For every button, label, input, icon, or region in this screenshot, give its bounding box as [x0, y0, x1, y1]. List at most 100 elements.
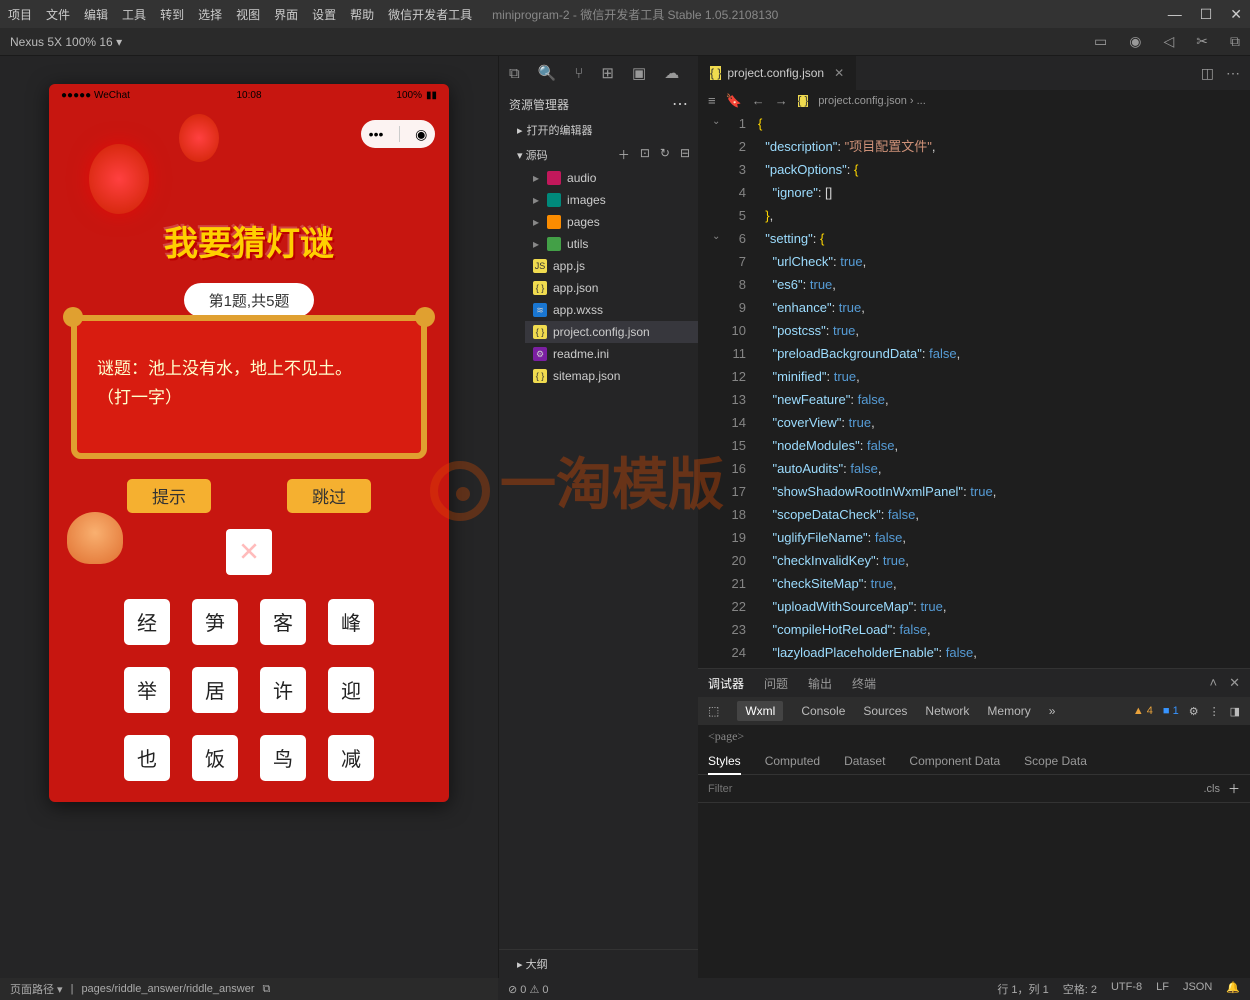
styles-tab[interactable]: Component Data — [909, 754, 1000, 768]
more-icon[interactable]: ⋯ — [672, 94, 688, 114]
styles-tab[interactable]: Computed — [765, 754, 820, 768]
folder-item[interactable]: audio — [525, 167, 698, 189]
fwd-icon[interactable]: → — [775, 93, 788, 109]
styles-tab[interactable]: Dataset — [844, 754, 885, 768]
breadcrumb-path[interactable]: project.config.json › ... — [818, 95, 926, 107]
bookmark-icon[interactable]: 🔖 — [726, 93, 742, 109]
outline-section[interactable]: ▸ 大纲 — [499, 949, 698, 978]
menu-item[interactable]: 项目 — [8, 6, 32, 23]
dock-icon[interactable]: ◨ — [1230, 705, 1240, 718]
choice-button[interactable]: 居 — [192, 667, 238, 713]
search-icon[interactable]: 🔍 — [538, 64, 557, 82]
page-path[interactable]: pages/riddle_answer/riddle_answer — [81, 983, 254, 995]
gear-icon[interactable]: ⚙ — [1189, 705, 1199, 718]
debugger-tab[interactable]: 输出 — [808, 675, 832, 692]
code-editor[interactable]: ⌄⌄ 1234567891011121314151617181920212223… — [698, 112, 1250, 668]
page-path-label[interactable]: 页面路径 ▾ — [10, 981, 63, 997]
record-icon[interactable]: ◉ — [1129, 33, 1141, 50]
branch-icon[interactable]: ⑂ — [574, 65, 583, 82]
maximize-icon[interactable]: ☐ — [1200, 6, 1213, 23]
choice-button[interactable]: 减 — [328, 735, 374, 781]
back-icon[interactable]: ← — [752, 93, 765, 109]
problems-count[interactable]: ⊘ 0 ⚠ 0 — [508, 983, 548, 996]
new-file-icon[interactable]: ＋ — [618, 146, 630, 163]
close-icon[interactable]: ✕ — [1230, 6, 1242, 23]
menu-item[interactable]: 微信开发者工具 — [388, 6, 472, 23]
close-tab-icon[interactable]: ✕ — [834, 66, 844, 80]
more-tabs-icon[interactable]: » — [1049, 704, 1056, 718]
debug-icon[interactable]: ▣ — [632, 64, 646, 82]
file-item[interactable]: ≋app.wxss — [525, 299, 698, 321]
tab-memory[interactable]: Memory — [987, 704, 1030, 718]
choice-button[interactable]: 经 — [124, 599, 170, 645]
lang-label[interactable]: JSON — [1183, 981, 1212, 997]
debugger-tab[interactable]: 调试器 — [708, 675, 744, 692]
device-icon[interactable]: ▭ — [1094, 33, 1107, 50]
menu-dots-icon[interactable]: ••• — [369, 126, 384, 142]
file-item[interactable]: { }sitemap.json — [525, 365, 698, 387]
menu-item[interactable]: 转到 — [160, 6, 184, 23]
mute-icon[interactable]: ◁ — [1163, 33, 1174, 50]
info-badge[interactable]: ■ 1 — [1163, 705, 1179, 717]
refresh-icon[interactable]: ↻ — [660, 146, 670, 163]
copy-icon[interactable]: ⧉ — [262, 983, 270, 996]
warning-badge[interactable]: ▲ 4 — [1133, 705, 1153, 717]
skip-button[interactable]: 跳过 — [287, 479, 371, 513]
choice-button[interactable]: 也 — [124, 735, 170, 781]
menu-item[interactable]: 设置 — [312, 6, 336, 23]
cursor-position[interactable]: 行 1，列 1 — [997, 981, 1048, 997]
styles-tab[interactable]: Styles — [708, 754, 741, 775]
menu-item[interactable]: 界面 — [274, 6, 298, 23]
choice-button[interactable]: 峰 — [328, 599, 374, 645]
editor-tab[interactable]: { } project.config.json ✕ — [698, 56, 856, 90]
files-icon[interactable]: ⧉ — [509, 65, 520, 82]
filter-input[interactable] — [708, 783, 1203, 795]
tab-wxml[interactable]: Wxml — [737, 701, 783, 721]
choice-button[interactable]: 鸟 — [260, 735, 306, 781]
split-icon[interactable]: ◫ — [1201, 65, 1214, 82]
more-icon[interactable]: ⋯ — [1226, 65, 1240, 82]
tab-sources[interactable]: Sources — [863, 704, 907, 718]
indent-label[interactable]: 空格: 2 — [1063, 981, 1097, 997]
close-icon[interactable]: ✕ — [1229, 675, 1240, 691]
folder-item[interactable]: images — [525, 189, 698, 211]
menu-item[interactable]: 选择 — [198, 6, 222, 23]
debugger-tab[interactable]: 问题 — [764, 675, 788, 692]
file-item[interactable]: { }app.json — [525, 277, 698, 299]
styles-tab[interactable]: Scope Data — [1024, 754, 1087, 768]
choice-button[interactable]: 笋 — [192, 599, 238, 645]
minimize-icon[interactable]: ― — [1168, 6, 1182, 23]
choice-button[interactable]: 举 — [124, 667, 170, 713]
more-icon[interactable]: ⋮ — [1209, 705, 1220, 718]
bell-icon[interactable]: 🔔 — [1226, 981, 1240, 997]
menu-item[interactable]: 文件 — [46, 6, 70, 23]
add-icon[interactable]: ＋ — [1228, 780, 1240, 797]
new-folder-icon[interactable]: ⊡ — [640, 146, 650, 163]
choice-button[interactable]: 迎 — [328, 667, 374, 713]
encoding-label[interactable]: UTF-8 — [1111, 981, 1142, 997]
copy-icon[interactable]: ⧉ — [1230, 33, 1240, 50]
device-selector[interactable]: Nexus 5X 100% 16 ▾ — [10, 35, 122, 49]
hint-button[interactable]: 提示 — [127, 479, 211, 513]
tab-network[interactable]: Network — [925, 704, 969, 718]
folder-item[interactable]: utils — [525, 233, 698, 255]
file-item[interactable]: ⚙readme.ini — [525, 343, 698, 365]
menu-item[interactable]: 工具 — [122, 6, 146, 23]
eol-label[interactable]: LF — [1156, 981, 1169, 997]
inspect-icon[interactable]: ⬚ — [708, 704, 719, 718]
tab-console[interactable]: Console — [801, 704, 845, 718]
file-item[interactable]: { }project.config.json — [525, 321, 698, 343]
chevron-up-icon[interactable]: ˄ — [1210, 675, 1218, 691]
menu-item[interactable]: 视图 — [236, 6, 260, 23]
open-editors-section[interactable]: ▸ 打开的编辑器 — [499, 118, 698, 142]
cut-icon[interactable]: ✂ — [1196, 33, 1208, 50]
capsule-button[interactable]: •••◉ — [361, 120, 435, 148]
collapse-icon[interactable]: ⊟ — [680, 146, 690, 163]
menu-item[interactable]: 编辑 — [84, 6, 108, 23]
file-item[interactable]: JSapp.js — [525, 255, 698, 277]
choice-button[interactable]: 许 — [260, 667, 306, 713]
list-icon[interactable]: ≡ — [708, 93, 716, 109]
folder-item[interactable]: pages — [525, 211, 698, 233]
debugger-tab[interactable]: 终端 — [852, 675, 876, 692]
choice-button[interactable]: 客 — [260, 599, 306, 645]
